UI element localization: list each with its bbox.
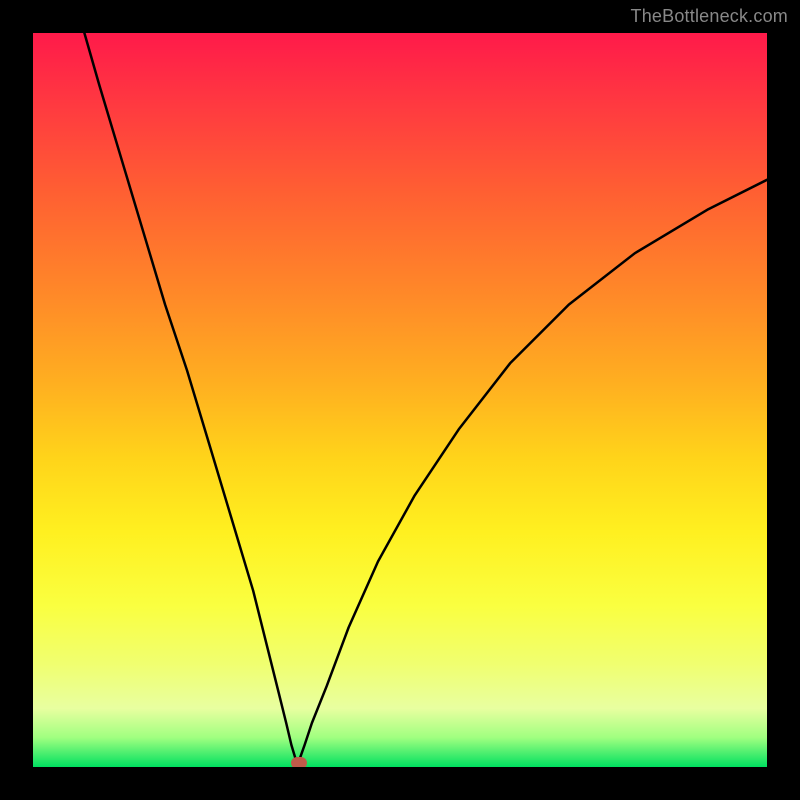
bottleneck-curve: [33, 33, 767, 767]
optimal-point-marker: [291, 757, 307, 767]
watermark-text: TheBottleneck.com: [631, 6, 788, 27]
chart-plot-area: [33, 33, 767, 767]
